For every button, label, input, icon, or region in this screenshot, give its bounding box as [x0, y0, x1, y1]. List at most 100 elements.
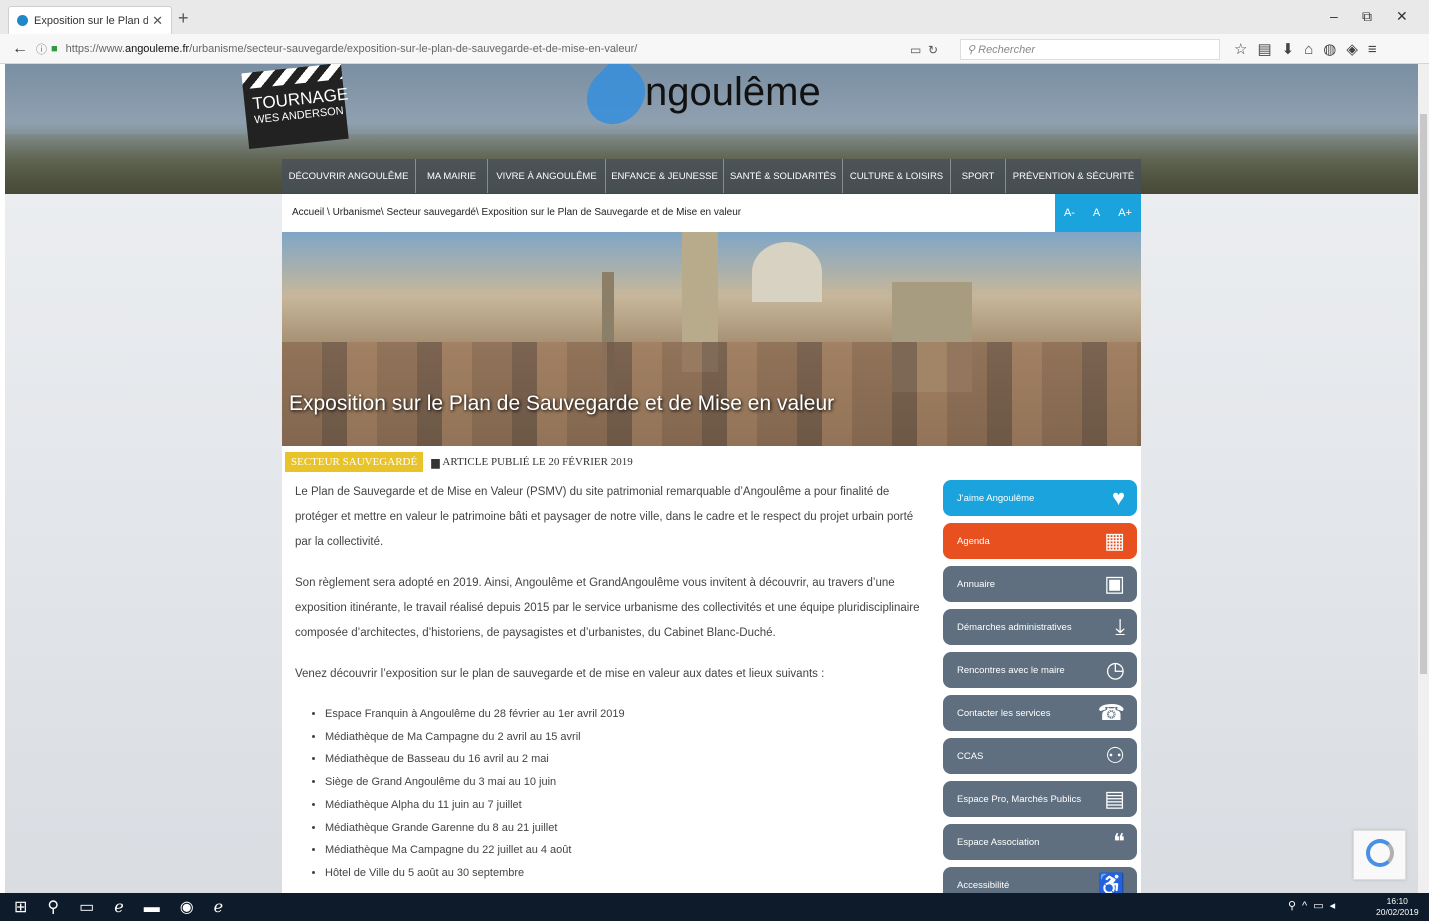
list-item: Médiathèque Grande Garenne du 8 au 21 ju… [325, 817, 925, 840]
list-item: Espace Franquin à Angoulême du 28 févrie… [325, 703, 925, 726]
breadcrumb[interactable]: Accueil \ Urbanisme\ Secteur sauvegardé\… [292, 207, 741, 218]
browser-tab[interactable]: Exposition sur le Plan de S... ✕ [8, 6, 172, 34]
paragraph-2: Son règlement sera adopté en 2019. Ainsi… [295, 577, 920, 639]
recaptcha-icon [1366, 839, 1394, 867]
accessibility-icon: ♿ [1097, 872, 1125, 894]
url-domain: angouleme.fr [124, 43, 190, 55]
nav-enfance[interactable]: ENFANCE & JEUNESSE [606, 159, 724, 193]
reader-reload-icons[interactable]: ▭ ↻ [910, 43, 938, 57]
download-icon: ⤓ [1115, 614, 1125, 639]
breadcrumb-bar: Accueil \ Urbanisme\ Secteur sauvegardé\… [282, 194, 1141, 232]
hero-image: Exposition sur le Plan de Sauvegarde et … [282, 232, 1141, 446]
sidebar-label: Annuaire [957, 578, 996, 590]
accessibilite-button[interactable]: Accessibilité ♿ [943, 867, 1137, 893]
list-item: Médiathèque de Ma Campagne du 2 avril au… [325, 726, 925, 749]
site-favicon-icon [17, 15, 28, 26]
espace-pro-button[interactable]: Espace Pro, Marchés Publics ▤ [943, 781, 1137, 817]
clapperboard-image[interactable]: TOURNAGE WES ANDERSON [241, 64, 349, 150]
toolbar-icons[interactable]: ☆▤⬇⌂◍◈≡ [1234, 40, 1387, 58]
list-item: Médiathèque de Basseau du 16 avril au 2 … [325, 748, 925, 771]
restore-button[interactable]: ⧉ [1362, 8, 1372, 25]
nav-ma-mairie[interactable]: MA MAIRIE [416, 159, 488, 193]
new-tab-button[interactable]: + [178, 8, 189, 29]
calendar-icon: ▆ [431, 456, 443, 469]
address-bar[interactable]: ⓘ ■ https://www. angouleme.fr/urbanisme/s… [36, 38, 956, 60]
list-item: Médiathèque Alpha du 11 juin au 7 juille… [325, 794, 925, 817]
sidebar-label: Rencontres avec le maire [957, 664, 1065, 676]
scrollbar-thumb[interactable] [1420, 114, 1427, 674]
sidebar-label: Agenda [957, 535, 990, 547]
site-logo[interactable]: ngoulême [645, 70, 821, 115]
nav-sport[interactable]: SPORT [951, 159, 1006, 193]
sidebar-label: Démarches administratives [957, 621, 1072, 633]
back-arrow-icon[interactable]: ← [12, 40, 28, 58]
sidebar-label: J'aime Angoulême [957, 492, 1035, 504]
agenda-button[interactable]: Agenda ▦ [943, 523, 1137, 559]
sidebar-label: CCAS [957, 750, 984, 762]
category-badge[interactable]: SECTEUR SAUVEGARDÉ [285, 452, 424, 472]
espace-association-button[interactable]: Espace Association ❝ [943, 824, 1137, 860]
sidebar-label: Espace Pro, Marchés Publics [957, 793, 1082, 805]
phone-icon: ☎ [1097, 700, 1125, 725]
window-close-button[interactable]: ✕ [1396, 8, 1408, 25]
clock-date: 20/02/2019 [1376, 907, 1419, 917]
nav-culture[interactable]: CULTURE & LOISIRS [843, 159, 951, 193]
nav-prevention[interactable]: PRÉVENTION & SÉCURITÉ [1006, 159, 1141, 193]
sidebar-label: Contacter les services [957, 707, 1051, 719]
paragraph-1: Le Plan de Sauvegarde et de Mise en Vale… [295, 486, 914, 548]
venue-list: Espace Franquin à Angoulême du 28 févrie… [325, 703, 925, 885]
clock-time: 16:10 [1386, 896, 1408, 906]
briefcase-icon: ▤ [1104, 786, 1125, 811]
os-taskbar: ⊞⚲▭ℯ▬◉ℯ ⚲^▭◂ 16:10 20/02/2019 [0, 893, 1429, 921]
ccas-button[interactable]: CCAS ⚇ [943, 738, 1137, 774]
browser-tabbar: Exposition sur le Plan de S... ✕ + – ⧉ ✕ [0, 0, 1429, 34]
nav-sante[interactable]: SANTÉ & SOLIDARITÉS [724, 159, 843, 193]
nav-decouvrir[interactable]: DÉCOUVRIR ANGOULÊME [282, 159, 416, 193]
list-item: Siège de Grand Angoulême du 3 mai au 10 … [325, 771, 925, 794]
calendar-icon: ▦ [1104, 528, 1125, 553]
demarches-button[interactable]: Démarches administratives ⤓ [943, 609, 1137, 645]
tab-close-icon[interactable]: ✕ [152, 13, 163, 29]
browser-navbar: ← ⓘ ■ https://www. angouleme.fr/urbanisme… [0, 34, 1429, 64]
sidebar-label: Espace Association [957, 836, 1040, 848]
quick-links-sidebar: J'aime Angoulême ♥ Agenda ▦ Annuaire ▣ Déma… [943, 480, 1137, 893]
page-scrollbar[interactable] [1418, 64, 1429, 893]
font-decrease-button[interactable]: A- [1064, 207, 1075, 219]
recaptcha-badge[interactable] [1353, 830, 1406, 880]
info-icon[interactable]: ⓘ [36, 41, 47, 57]
people-icon: ⚇ [1105, 743, 1125, 768]
taskbar-clock[interactable]: 16:10 20/02/2019 [1376, 896, 1419, 918]
sidebar-label: Accessibilité [957, 879, 1010, 891]
contacter-button[interactable]: Contacter les services ☎ [943, 695, 1137, 731]
tab-title: Exposition sur le Plan de S... [34, 14, 149, 27]
chat-icon: ❝ [1113, 829, 1125, 854]
lock-icon: ■ [51, 43, 58, 55]
article-title: Exposition sur le Plan de Sauvegarde et … [289, 392, 835, 415]
list-item: Hôtel de Ville du 5 août au 30 septembre [325, 862, 925, 885]
publish-date: ARTICLE PUBLIÉ LE 20 FÉVRIER 2019 [442, 456, 633, 468]
list-item: Médiathèque Ma Campagne du 22 juillet au… [325, 839, 925, 862]
url-path: /urbanisme/secteur-sauvegarde/exposition… [189, 43, 638, 55]
minimize-button[interactable]: – [1330, 8, 1338, 24]
heart-icon: ♥ [1111, 485, 1125, 510]
clock-icon: ◷ [1105, 657, 1125, 682]
jaime-angouleme-button[interactable]: J'aime Angoulême ♥ [943, 480, 1137, 516]
content-panel: Accueil \ Urbanisme\ Secteur sauvegardé\… [282, 194, 1141, 893]
taskbar-app-icons[interactable]: ⊞⚲▭ℯ▬◉ℯ [14, 897, 243, 917]
url-prefix: https://www. [65, 43, 125, 55]
rencontres-button[interactable]: Rencontres avec le maire ◷ [943, 652, 1137, 688]
main-navigation: DÉCOUVRIR ANGOULÊME MA MAIRIE VIVRE À AN… [282, 159, 1141, 193]
article-meta: SECTEUR SAUVEGARDÉ ▆ ARTICLE PUBLIÉ LE 2… [285, 452, 633, 472]
system-tray-icons[interactable]: ⚲^▭◂ [1288, 899, 1341, 912]
cathedral-dome [752, 242, 822, 302]
font-increase-button[interactable]: A+ [1118, 207, 1132, 219]
article-body: Le Plan de Sauvegarde et de Mise en Vale… [295, 480, 925, 885]
nav-vivre[interactable]: VIVRE À ANGOULÊME [488, 159, 606, 193]
font-reset-button[interactable]: A [1093, 207, 1100, 219]
annuaire-button[interactable]: Annuaire ▣ [943, 566, 1137, 602]
paragraph-3: Venez découvrir l’exposition sur le plan… [295, 668, 825, 680]
browser-search-input[interactable]: ⚲ Rechercher [960, 39, 1220, 60]
page-viewport: TOURNAGE WES ANDERSON ngoulême DÉCOUVRIR… [5, 64, 1418, 893]
contact-book-icon: ▣ [1104, 571, 1125, 596]
font-size-controls: A- A A+ [1055, 194, 1141, 232]
